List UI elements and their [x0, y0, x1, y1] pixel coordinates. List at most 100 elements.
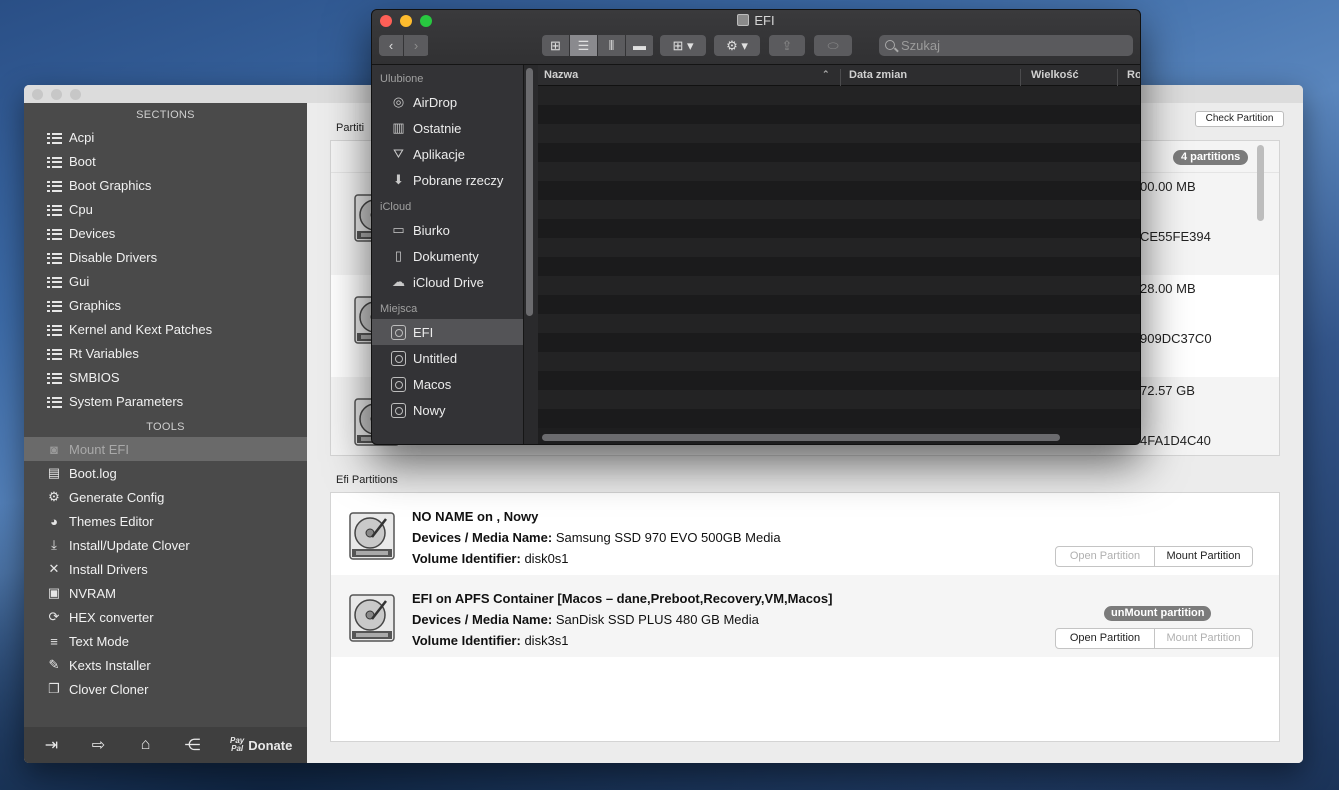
- finder-item-label: AirDrop: [413, 94, 458, 110]
- sidebar-item-kernel-and-kext-patches[interactable]: Kernel and Kext Patches: [24, 317, 307, 341]
- empty-file-row: [538, 295, 1140, 314]
- open-partition-button[interactable]: Open Partition: [1056, 547, 1154, 566]
- column-name[interactable]: Nazwa: [544, 69, 578, 81]
- palette-icon: ◕: [50, 513, 58, 529]
- sidebar-item-label: Boot: [69, 153, 96, 169]
- column-size[interactable]: Wielkość: [1031, 69, 1079, 81]
- drive-icon: [390, 402, 407, 418]
- airdrop-icon: ◎: [392, 94, 405, 109]
- list-icon: [45, 226, 63, 241]
- media-name-value: Samsung SSD 970 EVO 500GB Media: [555, 530, 781, 545]
- app-minimize-button[interactable]: [51, 89, 62, 100]
- back-button[interactable]: ‹: [379, 35, 403, 56]
- search-icon: [885, 40, 895, 50]
- sidebar-item-nvram[interactable]: ▣ NVRAM: [24, 581, 307, 605]
- group-button[interactable]: ⊞ ▾: [660, 35, 706, 56]
- sidebar-item-label: Install/Update Clover: [69, 537, 190, 553]
- app-zoom-button[interactable]: [70, 89, 81, 100]
- plug-icon: ✎: [48, 657, 60, 672]
- group-icon: ⊞ ▾: [672, 37, 694, 53]
- sidebar-item-system-parameters[interactable]: System Parameters: [24, 389, 307, 413]
- sidebar-item-themes-editor[interactable]: ◕ Themes Editor: [24, 509, 307, 533]
- finder-sidebar-item-aplikacje[interactable]: ⛛ Aplikacje: [372, 141, 523, 167]
- sidebar-item-label: Rt Variables: [69, 345, 139, 361]
- sidebar-item-label: Generate Config: [69, 489, 165, 505]
- finder-sidebar-item-icloud-drive[interactable]: ☁ iCloud Drive: [372, 269, 523, 295]
- sidebar-item-gui[interactable]: Gui: [24, 269, 307, 293]
- sidebar-item-install-drivers[interactable]: ✕ Install Drivers: [24, 557, 307, 581]
- sidebar-item-boot-log[interactable]: ▤ Boot.log: [24, 461, 307, 485]
- export-icon[interactable]: ⇨: [75, 735, 122, 755]
- sidebar-item-label: Mount EFI: [69, 441, 129, 457]
- finder-sidebar-item-airdrop[interactable]: ◎ AirDrop: [372, 89, 523, 115]
- sidebar-item-hex-converter[interactable]: ⟳ HEX converter: [24, 605, 307, 629]
- gallery-view-button[interactable]: ▬: [626, 35, 653, 56]
- finder-item-label: Macos: [413, 376, 452, 392]
- home-icon[interactable]: ⌂: [122, 736, 169, 754]
- sidebar-item-boot-graphics[interactable]: Boot Graphics: [24, 173, 307, 197]
- sidebar-item-label: Text Mode: [69, 633, 129, 649]
- finder-sidebar-item-ostatnie[interactable]: ▥ Ostatnie: [372, 115, 523, 141]
- icon-view-button[interactable]: ⊞: [542, 35, 569, 56]
- list-icon: [45, 346, 63, 361]
- share-button[interactable]: ⇪: [769, 35, 805, 56]
- action-button[interactable]: ⚙ ▾: [714, 35, 760, 56]
- sidebar-item-graphics[interactable]: Graphics: [24, 293, 307, 317]
- partition-uuid: 909DC37C0: [1140, 331, 1212, 346]
- sidebar-item-install-update-clover[interactable]: ⤓ Install/Update Clover: [24, 533, 307, 557]
- sidebar-item-smbios[interactable]: SMBIOS: [24, 365, 307, 389]
- finder-sidebar-scrollbar[interactable]: [526, 68, 533, 316]
- app-close-button[interactable]: [32, 89, 43, 100]
- finder-group-icloud: iCloud: [380, 201, 412, 213]
- sidebar-item-kexts-installer[interactable]: ✎ Kexts Installer: [24, 653, 307, 677]
- hard-disk-icon: [348, 511, 396, 561]
- sidebar-item-disable-drivers[interactable]: Disable Drivers: [24, 245, 307, 269]
- empty-file-row: [538, 314, 1140, 333]
- tags-button[interactable]: ⬭: [814, 35, 852, 56]
- finder-item-label: Dokumenty: [413, 248, 479, 264]
- finder-sidebar-item-pobrane-rzeczy[interactable]: ⬇ Pobrane rzeczy: [372, 167, 523, 193]
- partitions-scrollbar[interactable]: [1257, 145, 1264, 221]
- donate-button[interactable]: Pay Pal Donate: [230, 737, 292, 753]
- finder-sidebar-item-nowy[interactable]: Nowy: [372, 397, 523, 423]
- list-view-button[interactable]: ☰: [570, 35, 597, 56]
- empty-file-row: [538, 86, 1140, 105]
- finder-sidebar-item-macos[interactable]: Macos: [372, 371, 523, 397]
- open-partition-button[interactable]: Open Partition: [1056, 629, 1154, 648]
- file-list-hscrollbar[interactable]: [542, 434, 1060, 441]
- finder-sidebar-item-efi[interactable]: EFI: [372, 319, 523, 345]
- mount-partition-button[interactable]: Mount Partition: [1154, 547, 1252, 566]
- finder-sidebar-item-biurko[interactable]: ▭ Biurko: [372, 217, 523, 243]
- partition-uuid: CE55FE394: [1140, 229, 1211, 244]
- sidebar-item-label: Acpi: [69, 129, 95, 145]
- empty-file-row: [538, 257, 1140, 276]
- finder-file-list: Nazwa ⌃ Data zmian Wielkość Ro: [538, 65, 1140, 444]
- sidebar-item-boot[interactable]: Boot: [24, 149, 307, 173]
- column-kind[interactable]: Ro: [1127, 69, 1140, 81]
- import-icon[interactable]: ⇥: [28, 735, 75, 755]
- sidebar-item-mount-efi[interactable]: ◙ Mount EFI: [24, 437, 307, 461]
- sidebar-item-rt-variables[interactable]: Rt Variables: [24, 341, 307, 365]
- efi-partitions-label: Efi Partitions: [336, 474, 398, 486]
- sidebar-item-text-mode[interactable]: ≡ Text Mode: [24, 629, 307, 653]
- check-partition-button[interactable]: Check Partition: [1195, 111, 1284, 127]
- empty-file-row: [538, 143, 1140, 162]
- nav-buttons: ‹ ›: [379, 35, 429, 56]
- unmount-partition-button[interactable]: unMount partition: [1104, 606, 1212, 621]
- forward-button[interactable]: ›: [404, 35, 428, 56]
- sidebar-item-acpi[interactable]: Acpi: [24, 125, 307, 149]
- sidebar-item-cpu[interactable]: Cpu: [24, 197, 307, 221]
- mount-partition-button[interactable]: Mount Partition: [1154, 629, 1252, 648]
- search-field[interactable]: Szukaj: [879, 35, 1133, 56]
- volume-id-line: Volume Identifier: disk0s1: [412, 551, 569, 566]
- column-view-button[interactable]: ⫴: [598, 35, 625, 56]
- finder-sidebar-item-untitled[interactable]: Untitled: [372, 345, 523, 371]
- sidebar-item-clover-cloner[interactable]: ❐ Clover Cloner: [24, 677, 307, 701]
- column-date[interactable]: Data zmian: [849, 69, 907, 81]
- finder-sidebar-item-dokumenty[interactable]: ▯ Dokumenty: [372, 243, 523, 269]
- list-icon: [45, 178, 63, 193]
- finder-item-label: iCloud Drive: [413, 274, 484, 290]
- sidebar-item-generate-config[interactable]: ⚙ Generate Config: [24, 485, 307, 509]
- sidebar-item-devices[interactable]: Devices: [24, 221, 307, 245]
- share-icon[interactable]: ⋲: [169, 735, 216, 755]
